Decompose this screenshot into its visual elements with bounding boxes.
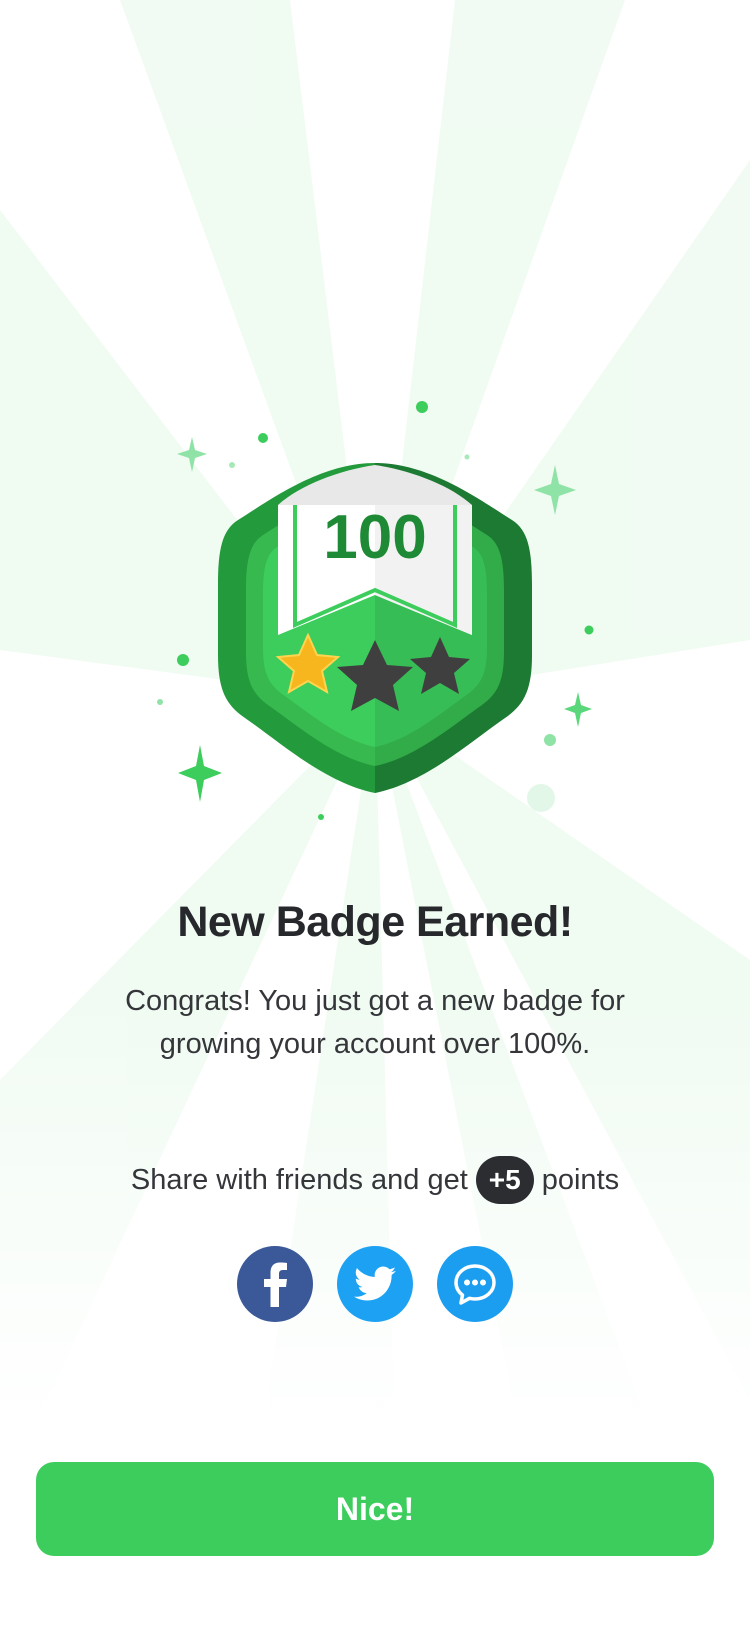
share-facebook-button[interactable] — [237, 1246, 313, 1322]
page-title: New Badge Earned! — [177, 898, 573, 946]
badge-earned-screen: 100 New Badge Earned! Congrats! You just… — [0, 0, 750, 1640]
social-share-buttons — [0, 1246, 750, 1324]
share-prompt: Share with friends and get +5 points — [0, 1154, 750, 1206]
share-prefix: Share with friends and get — [130, 1163, 468, 1196]
nice-button[interactable]: Nice! — [36, 1462, 714, 1556]
share-suffix: points — [541, 1163, 620, 1196]
points-badge: +5 — [475, 1156, 534, 1204]
badge-emblem: 100 — [218, 463, 532, 793]
badge-number: 100 — [323, 503, 426, 572]
facebook-icon — [264, 1262, 287, 1307]
share-message-button[interactable] — [437, 1246, 513, 1322]
chat-bubble-icon — [454, 1264, 496, 1305]
share-twitter-button[interactable] — [337, 1246, 413, 1322]
badge-description: Congrats! You just got a new badge for g… — [125, 985, 625, 1060]
twitter-icon — [354, 1266, 396, 1301]
